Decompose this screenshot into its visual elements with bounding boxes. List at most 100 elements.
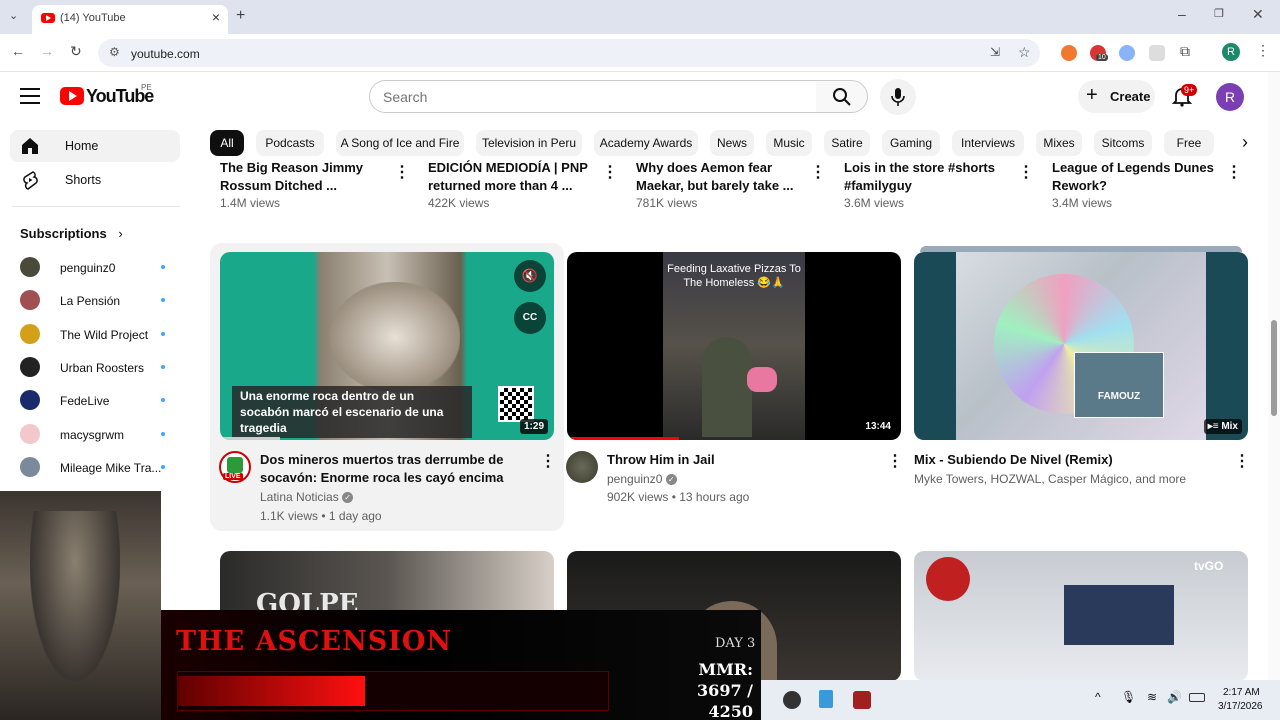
subscription-item[interactable]: FedeLive	[20, 390, 180, 414]
sidebar-item-label: Home	[65, 139, 99, 153]
tray-battery-icon[interactable]	[1189, 693, 1205, 702]
forward-arrow-icon[interactable]: →	[40, 43, 54, 59]
tray-mic-icon[interactable]: 🎙	[1121, 690, 1136, 704]
subscription-item[interactable]: La Pensión	[20, 290, 180, 314]
reload-icon[interactable]: ↻	[70, 43, 82, 60]
video-title[interactable]: Why does Aemon fear Maekar, but barely t…	[636, 147, 806, 195]
account-avatar[interactable]: R	[1216, 83, 1244, 111]
site-info-icon[interactable]: ⚙	[109, 45, 120, 59]
subscription-item[interactable]: The Wild Project	[20, 323, 180, 348]
windows-taskbar: ^ 🎙 ≋ 🔊 2:17 AM 3/17/2026	[761, 680, 1280, 720]
extension-gray-icon[interactable]	[1149, 45, 1165, 61]
show-logo-icon	[926, 557, 970, 601]
qr-code-icon	[498, 386, 534, 422]
back-arrow-icon[interactable]: ←	[11, 43, 25, 59]
sidebar-item-home[interactable]: Home	[10, 130, 180, 162]
clock-time[interactable]: 2:17 AM	[1223, 687, 1260, 698]
captions-button[interactable]: CC	[514, 302, 546, 334]
browser-tab-youtube[interactable]: (14) YouTube ×	[32, 5, 228, 34]
channel-avatar[interactable]: LIVE	[219, 451, 251, 483]
new-content-dot	[161, 398, 165, 403]
channel-name[interactable]: Latina Noticias ✓	[260, 490, 354, 504]
album-label: FAMOUZ	[1074, 352, 1164, 418]
tab-close-icon[interactable]: ×	[212, 9, 220, 25]
live-badge: LIVE	[223, 473, 243, 480]
video-thumbnail[interactable]: Feeding Laxative Pizzas To The Homeless …	[567, 252, 901, 440]
subscription-item[interactable]: Mileage Mike Tra...	[20, 456, 180, 481]
new-content-dot	[161, 298, 165, 303]
muted-speaker-icon: 🔇	[521, 268, 539, 283]
thumbnail-pizza	[747, 367, 777, 392]
extensions-puzzle-icon[interactable]: ⧉	[1180, 43, 1190, 60]
video-title[interactable]: Throw Him in Jail	[607, 451, 877, 469]
subscription-item[interactable]: penguinz0	[20, 257, 180, 281]
profile-avatar[interactable]: R	[1222, 43, 1240, 61]
window-close-icon[interactable]: ✕	[1252, 6, 1264, 23]
tray-wifi-icon[interactable]: ≋	[1147, 690, 1157, 704]
video-thumbnail[interactable]: 🔇 CC Una enorme roca dentro de un socabó…	[220, 252, 554, 440]
subscriptions-header[interactable]: Subscriptions ›	[20, 226, 123, 241]
more-actions-icon[interactable]: ⋮	[887, 451, 903, 471]
mmr-progress-track	[177, 671, 609, 711]
tray-volume-icon[interactable]: 🔊	[1167, 690, 1182, 704]
voice-search-button[interactable]	[880, 79, 916, 115]
thumbnail-screen	[1064, 585, 1174, 645]
window-restore-icon[interactable]: ❐	[1214, 7, 1224, 20]
rock-shape	[330, 282, 460, 392]
more-actions-icon[interactable]: ⋮	[810, 162, 826, 182]
create-button[interactable]: + Create	[1078, 80, 1155, 113]
more-actions-icon[interactable]: ⋮	[602, 162, 618, 182]
mix-badge: ▸≡ Mix	[1203, 419, 1242, 434]
taskbar-notepad-icon[interactable]	[819, 690, 833, 708]
channel-name[interactable]: penguinz0 ✓	[607, 472, 677, 486]
window-minimize-icon[interactable]: –	[1178, 6, 1186, 22]
video-title[interactable]: League of Legends Dunes Rework?	[1052, 147, 1222, 195]
video-title[interactable]: Mix - Subiendo De Nivel (Remix)	[914, 451, 1214, 469]
more-actions-icon[interactable]: ⋮	[540, 451, 556, 471]
page-scrollbar[interactable]	[1268, 72, 1280, 680]
install-app-icon[interactable]: ⇲	[990, 45, 1000, 59]
menu-hamburger-icon[interactable]	[20, 88, 40, 104]
taskbar-dota-icon[interactable]	[853, 691, 871, 709]
new-content-dot	[161, 265, 165, 269]
more-actions-icon[interactable]: ⋮	[394, 162, 410, 182]
browser-menu-icon[interactable]: ⋮	[1256, 42, 1270, 59]
video-title[interactable]: Lois in the store #shorts #familyguy	[844, 147, 1014, 195]
search-icon	[833, 88, 851, 106]
subscription-name: La Pensión	[60, 294, 121, 309]
mix-thumbnail[interactable]: FAMOUZ ▸≡ Mix	[914, 252, 1248, 440]
channel-avatar[interactable]	[566, 451, 598, 483]
bookmark-star-icon[interactable]: ☆	[1018, 44, 1031, 61]
search-input[interactable]: Search	[369, 80, 817, 113]
scrollbar-thumb[interactable]	[1271, 320, 1277, 416]
tab-search-chevron-icon[interactable]: ⌄	[9, 9, 18, 22]
clock-date[interactable]: 3/17/2026	[1218, 701, 1263, 712]
address-bar[interactable]: ⚙ youtube.com ⇲ ☆	[98, 39, 1040, 67]
more-actions-icon[interactable]: ⋮	[1226, 162, 1242, 182]
video-views: 3.4M views	[1052, 196, 1113, 210]
new-content-dot	[161, 431, 165, 436]
chip-scroll-right-chevron-icon[interactable]: ›	[1230, 128, 1260, 158]
more-actions-icon[interactable]: ⋮	[1018, 162, 1034, 182]
search-button[interactable]	[816, 80, 868, 113]
sidebar-item-shorts[interactable]: Shorts	[10, 164, 180, 196]
video-title[interactable]: Dos mineros muertos tras derrumbe de soc…	[260, 451, 530, 487]
video-thumbnail[interactable]: tvGO	[914, 551, 1248, 681]
tray-chevron-icon[interactable]: ^	[1095, 690, 1101, 704]
new-tab-plus-icon[interactable]: +	[236, 7, 245, 25]
new-content-dot	[161, 464, 165, 469]
youtube-logo-icon[interactable]	[60, 87, 84, 105]
subscription-item[interactable]: macysgrwm	[20, 423, 180, 448]
video-title[interactable]: EDICIÓN MEDIODÍA | PNP returned more tha…	[428, 147, 598, 195]
thumbnail-text: Feeding Laxative Pizzas To The Homeless …	[667, 263, 801, 289]
video-title[interactable]: The Big Reason Jimmy Rossum Ditched ...	[220, 147, 390, 195]
taskbar-app-icon[interactable]	[783, 691, 801, 709]
mute-button[interactable]: 🔇	[514, 260, 546, 292]
extension-orange-icon[interactable]	[1061, 45, 1077, 61]
url-text: youtube.com	[131, 47, 200, 61]
video-metadata: 1.1K views • 1 day ago	[260, 509, 382, 523]
extension-blue-icon[interactable]	[1119, 45, 1135, 61]
video-metadata: 902K views • 13 hours ago	[607, 490, 750, 504]
more-actions-icon[interactable]: ⋮	[1234, 451, 1250, 471]
subscription-item[interactable]: Urban Roosters	[20, 356, 180, 381]
